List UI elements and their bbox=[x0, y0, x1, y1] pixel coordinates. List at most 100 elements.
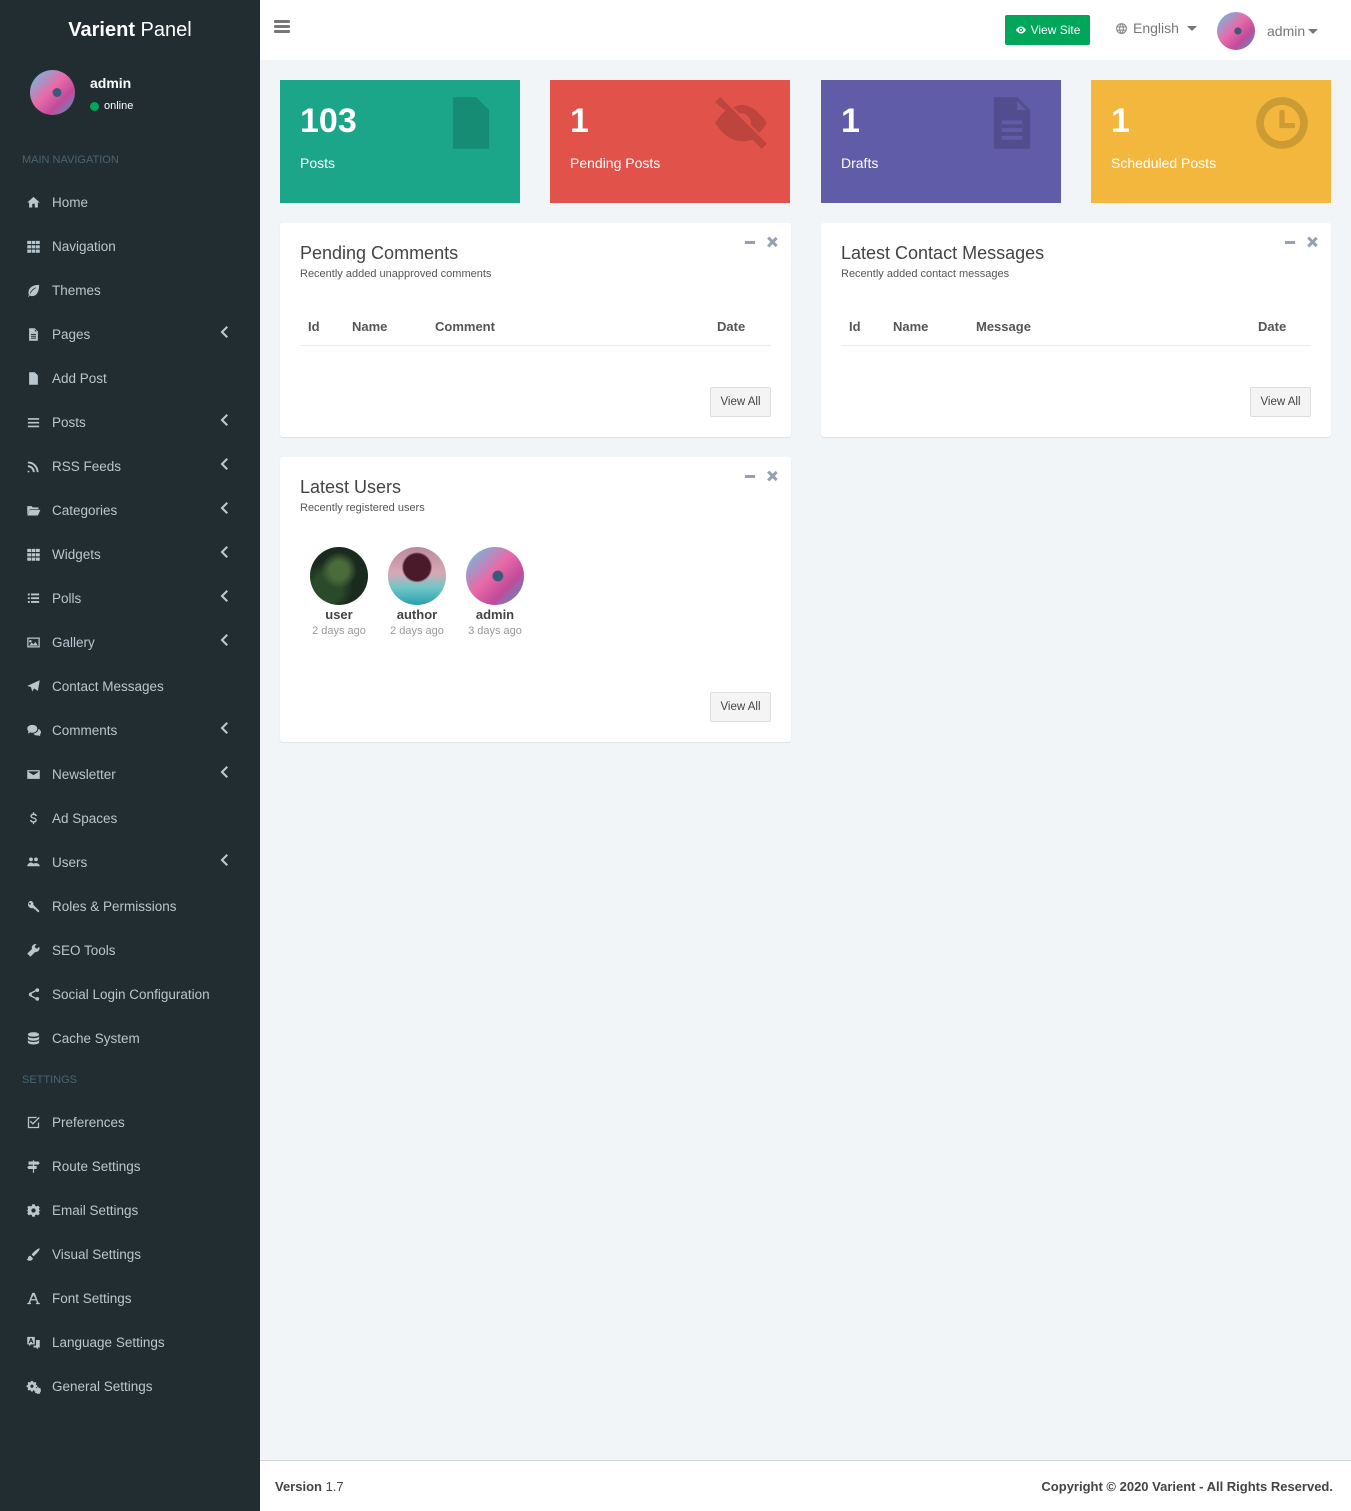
sidebar-toggle-button[interactable] bbox=[274, 18, 294, 38]
stat-value: 1 bbox=[1111, 102, 1130, 140]
column-header: Date bbox=[1258, 319, 1287, 334]
sidebar-item-contact-messages[interactable]: Contact Messages bbox=[0, 664, 260, 708]
database-icon bbox=[24, 1029, 42, 1047]
file-text-icon bbox=[28, 327, 38, 341]
column-header: Name bbox=[352, 319, 388, 334]
column-header: Comment bbox=[435, 319, 495, 334]
chevron-left-icon bbox=[220, 326, 228, 338]
stat-value: 103 bbox=[300, 102, 357, 140]
stat-box-scheduled-posts[interactable]: 1 Scheduled Posts bbox=[1091, 80, 1331, 203]
chevron-left-icon bbox=[220, 722, 228, 734]
panel-title: Pending Comments bbox=[300, 243, 459, 263]
view-all-button[interactable]: View All bbox=[1250, 387, 1311, 417]
sidebar-item-visual-settings[interactable]: Visual Settings bbox=[0, 1232, 260, 1276]
view-all-button[interactable]: View All bbox=[710, 387, 771, 417]
grid-icon bbox=[26, 240, 40, 253]
sidebar-item-social-login-configuration[interactable]: Social Login Configuration bbox=[0, 972, 260, 1016]
sidebar: Varient Panel admin online MAIN NAVIGATI… bbox=[0, 0, 260, 1511]
stat-box-drafts[interactable]: 1 Drafts bbox=[821, 80, 1061, 203]
online-dot-icon bbox=[90, 101, 99, 111]
sidebar-item-widgets[interactable]: Widgets bbox=[0, 532, 260, 576]
sidebar-item-font-settings[interactable]: Font Settings bbox=[0, 1276, 260, 1320]
chevron-left-icon bbox=[220, 458, 230, 472]
brand-logo[interactable]: Varient Panel bbox=[0, 0, 260, 60]
rss-icon bbox=[27, 461, 38, 472]
sidebar-item-label: Comments bbox=[52, 722, 118, 738]
stat-box-pending-posts[interactable]: 1 Pending Posts bbox=[550, 80, 790, 203]
sidebar-item-cache-system[interactable]: Cache System bbox=[0, 1016, 260, 1060]
user-item-user[interactable]: user 2 days ago bbox=[310, 547, 368, 637]
collapse-icon[interactable] bbox=[745, 240, 755, 244]
sidebar-item-categories[interactable]: Categories bbox=[0, 488, 260, 532]
eye-slash-icon bbox=[715, 97, 767, 149]
signs-icon bbox=[26, 1159, 40, 1173]
font-icon bbox=[24, 1289, 42, 1307]
stat-label: Scheduled Posts bbox=[1111, 155, 1217, 171]
sidebar-item-gallery[interactable]: Gallery bbox=[0, 620, 260, 664]
sidebar-item-language-settings[interactable]: Language Settings bbox=[0, 1320, 260, 1364]
settings-nav: Preferences Route Settings Email Setting… bbox=[0, 1100, 260, 1408]
sidebar-item-comments[interactable]: Comments bbox=[0, 708, 260, 752]
chevron-left-icon bbox=[220, 590, 228, 602]
paper-plane-icon bbox=[24, 677, 42, 695]
status-badge: online bbox=[90, 100, 133, 112]
sidebar-item-ad-spaces[interactable]: Ad Spaces bbox=[0, 796, 260, 840]
list-icon bbox=[27, 593, 39, 603]
latest-users-panel: Latest Users Recently registered users u… bbox=[280, 457, 791, 742]
close-icon[interactable] bbox=[767, 471, 777, 481]
image-icon bbox=[26, 637, 40, 647]
file-icon bbox=[28, 371, 38, 385]
sidebar-item-label: Gallery bbox=[52, 634, 95, 650]
sidebar-item-newsletter[interactable]: Newsletter bbox=[0, 752, 260, 796]
sidebar-item-general-settings[interactable]: General Settings bbox=[0, 1364, 260, 1408]
cogs-icon bbox=[24, 1377, 42, 1395]
view-all-button[interactable]: View All bbox=[710, 692, 771, 722]
user-item-admin[interactable]: admin 3 days ago bbox=[466, 547, 524, 637]
paint-brush-icon bbox=[26, 1247, 40, 1261]
sidebar-item-label: Roles & Permissions bbox=[52, 898, 177, 914]
users-icon bbox=[26, 857, 40, 866]
pending-comments-panel: Pending Comments Recently added unapprov… bbox=[280, 223, 791, 437]
column-header: Date bbox=[717, 319, 746, 334]
close-icon[interactable] bbox=[767, 237, 777, 247]
stat-box-posts[interactable]: 103 Posts bbox=[280, 80, 520, 203]
panel-title: Latest Contact Messages bbox=[841, 243, 1045, 263]
sidebar-item-pages[interactable]: Pages bbox=[0, 312, 260, 356]
sidebar-item-posts[interactable]: Posts bbox=[0, 400, 260, 444]
sidebar-item-polls[interactable]: Polls bbox=[0, 576, 260, 620]
folder-open-icon bbox=[24, 501, 42, 519]
user-name: user bbox=[325, 607, 353, 622]
sidebar-item-rss-feeds[interactable]: RSS Feeds bbox=[0, 444, 260, 488]
collapse-icon[interactable] bbox=[1285, 240, 1295, 244]
language-dropdown[interactable]: English bbox=[1115, 20, 1197, 36]
user-registered-time: 2 days ago bbox=[312, 625, 366, 637]
view-site-button[interactable]: View Site bbox=[1005, 15, 1090, 45]
sidebar-item-seo-tools[interactable]: SEO Tools bbox=[0, 928, 260, 972]
close-icon[interactable] bbox=[1307, 237, 1317, 247]
sidebar-item-preferences[interactable]: Preferences bbox=[0, 1100, 260, 1144]
sidebar-item-label: Themes bbox=[52, 282, 101, 298]
sidebar-item-add-post[interactable]: Add Post bbox=[0, 356, 260, 400]
chevron-left-icon bbox=[220, 546, 228, 558]
sidebar-username: admin bbox=[90, 75, 132, 91]
chevron-left-icon bbox=[220, 502, 228, 514]
language-icon bbox=[26, 1336, 40, 1349]
sidebar-item-label: Language Settings bbox=[52, 1334, 165, 1350]
sidebar-item-themes[interactable]: Themes bbox=[0, 268, 260, 312]
sidebar-item-navigation[interactable]: Navigation bbox=[0, 224, 260, 268]
globe-icon bbox=[1116, 22, 1127, 34]
collapse-icon[interactable] bbox=[745, 474, 755, 478]
cog-icon bbox=[25, 1203, 41, 1217]
user-menu-dropdown[interactable]: admin bbox=[1217, 12, 1319, 50]
sidebar-item-email-settings[interactable]: Email Settings bbox=[0, 1188, 260, 1232]
share-icon bbox=[28, 987, 39, 1001]
sidebar-item-label: SEO Tools bbox=[52, 942, 116, 958]
sidebar-item-roles-permissions[interactable]: Roles & Permissions bbox=[0, 884, 260, 928]
sidebar-item-label: Route Settings bbox=[52, 1158, 141, 1174]
folder-open-icon bbox=[26, 505, 40, 515]
user-item-author[interactable]: author 2 days ago bbox=[388, 547, 446, 637]
cogs-icon bbox=[26, 1380, 41, 1394]
sidebar-item-users[interactable]: Users bbox=[0, 840, 260, 884]
sidebar-item-route-settings[interactable]: Route Settings bbox=[0, 1144, 260, 1188]
sidebar-item-home[interactable]: Home bbox=[0, 180, 260, 224]
